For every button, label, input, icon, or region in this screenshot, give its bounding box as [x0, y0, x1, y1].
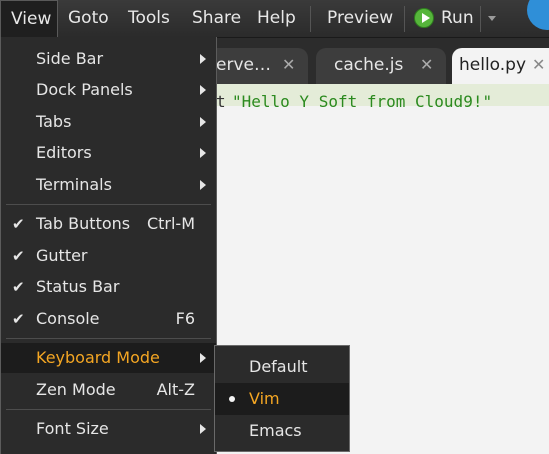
close-icon[interactable]: ✕ [420, 48, 433, 82]
radio-dot-icon [229, 396, 235, 402]
tab-hello-py[interactable]: hello.py ✕ [452, 48, 549, 84]
check-icon: ✔ [12, 310, 25, 328]
menu-divider [6, 409, 211, 410]
chevron-right-icon [200, 424, 206, 434]
chevron-right-icon [200, 117, 206, 127]
check-icon: ✔ [12, 215, 25, 233]
preview-button[interactable]: Preview [317, 0, 403, 37]
view-menu-dropdown: Side Bar Dock Panels Tabs Editors Termin… [0, 37, 217, 454]
check-icon: ✔ [12, 247, 25, 265]
menu-item-gutter[interactable]: ✔ Gutter [1, 241, 216, 271]
menu-item-zen-mode[interactable]: Zen Mode Alt-Z [1, 375, 216, 405]
tab-label: cache.js [334, 55, 404, 75]
menu-item-editors[interactable]: Editors [1, 138, 216, 168]
check-icon: ✔ [12, 278, 25, 296]
chevron-right-icon [200, 85, 206, 95]
menu-item-status-bar[interactable]: ✔ Status Bar [1, 272, 216, 302]
close-icon[interactable]: ✕ [282, 48, 295, 82]
menu-item-tab-buttons[interactable]: ✔ Tab Buttons Ctrl-M [1, 209, 216, 239]
chevron-right-icon [200, 180, 206, 190]
menu-item-terminals[interactable]: Terminals [1, 170, 216, 200]
menu-divider [480, 6, 481, 32]
menu-item-console[interactable]: ✔ Console F6 [1, 304, 216, 334]
menu-divider [404, 6, 405, 32]
cloud9-corner-badge [527, 0, 549, 30]
menu-view[interactable]: View [0, 0, 58, 37]
run-button[interactable]: Run [431, 0, 484, 37]
menu-share[interactable]: Share [182, 0, 251, 37]
menu-item-tabs[interactable]: Tabs [1, 107, 216, 137]
menu-item-dock-panels[interactable]: Dock Panels [1, 75, 216, 105]
menu-divider [6, 204, 211, 205]
menu-item-font-size[interactable]: Font Size [1, 414, 216, 444]
chevron-down-icon[interactable] [488, 16, 496, 21]
tab-cache-js[interactable]: cache.js ✕ [316, 48, 446, 84]
shortcut-label: Alt-Z [156, 380, 195, 399]
menu-tools[interactable]: Tools [118, 0, 180, 37]
chevron-right-icon [200, 54, 206, 64]
menu-divider [310, 6, 311, 32]
code-token: t [216, 92, 226, 111]
keyboard-mode-vim[interactable]: Vim [215, 383, 349, 415]
menu-help[interactable]: Help [247, 0, 306, 37]
keyboard-mode-default[interactable]: Default [215, 351, 349, 383]
chevron-right-icon [200, 353, 206, 363]
menu-divider [6, 338, 211, 339]
shortcut-label: Ctrl-M [146, 214, 195, 233]
keyboard-mode-submenu: Default Vim Emacs [214, 345, 350, 452]
menu-bar: View Goto Tools Share Help Preview Run [0, 0, 549, 38]
keyboard-mode-emacs[interactable]: Emacs [215, 415, 349, 447]
cloud9-ide: t "Hello Y Soft from Cloud9!" erve… ✕ ca… [0, 0, 549, 454]
menu-goto[interactable]: Goto [58, 0, 119, 37]
menu-item-side-bar[interactable]: Side Bar [1, 44, 216, 74]
tab-label: hello.py [459, 55, 527, 75]
menu-item-keyboard-mode[interactable]: Keyboard Mode [1, 343, 216, 373]
chevron-right-icon [200, 148, 206, 158]
close-icon[interactable]: ✕ [532, 48, 545, 82]
tab-label: erve… [216, 55, 271, 75]
shortcut-label: F6 [175, 309, 195, 328]
code-string: "Hello Y Soft from Cloud9!" [232, 92, 493, 111]
